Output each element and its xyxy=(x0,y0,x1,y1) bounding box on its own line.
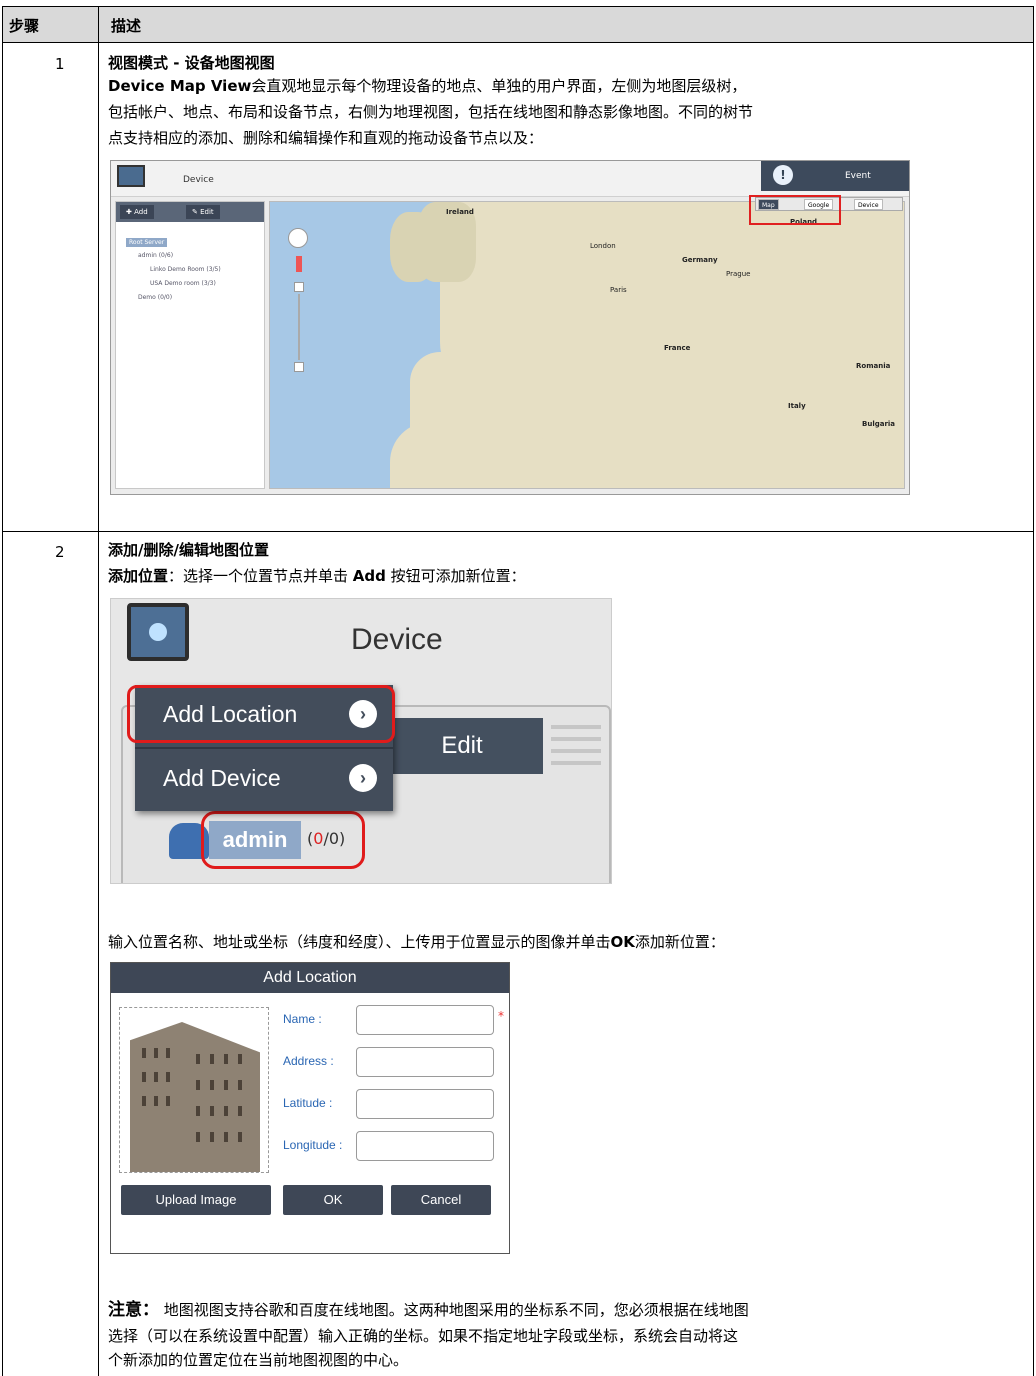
row1-line2: 包括帐户、地点、布局和设备节点，右侧为地理视图，包括在线地图和静态影像地图。不同… xyxy=(108,103,754,121)
name-field[interactable] xyxy=(356,1005,494,1035)
device-map-view-screenshot: Device ! Event ✚ Add ✎ Edit Root Server … xyxy=(110,160,910,495)
edit-button[interactable]: ✎ Edit xyxy=(186,205,220,219)
ok-term: OK xyxy=(610,933,635,951)
latitude-label: Latitude : xyxy=(283,1096,333,1110)
map-label: Paris xyxy=(610,286,627,294)
header-description: 描述 xyxy=(111,17,142,35)
address-label: Address : xyxy=(283,1054,334,1068)
step-number-1: 1 xyxy=(55,55,65,73)
tree-node-demo[interactable]: Demo (0/0) xyxy=(138,294,172,301)
highlight-box xyxy=(749,195,841,225)
address-field[interactable] xyxy=(356,1047,494,1077)
note-line-3: 个新添加的位置定位在当前地图视图的中心。 xyxy=(108,1351,409,1369)
zoom-in-button[interactable] xyxy=(294,282,304,292)
map-label: Prague xyxy=(726,270,751,278)
tree-node-admin[interactable]: admin (0/6) xyxy=(138,252,173,259)
step-number-2: 2 xyxy=(55,543,65,561)
note-line-1: 注意： 地图视图支持谷歌和百度在线地图。这两种地图采用的坐标系不同，您必须根据在… xyxy=(108,1300,749,1320)
row-divider xyxy=(3,531,1033,532)
map-tree-panel: ✚ Add ✎ Edit Root Server admin (0/6) Lin… xyxy=(115,201,265,489)
row2-title: 添加/删除/编辑地图位置 xyxy=(108,541,269,559)
device-title: Device xyxy=(351,623,443,656)
add-location-term: 添加位置 xyxy=(108,567,169,585)
tree-node-location[interactable]: Linko Demo Room (3/5) xyxy=(150,266,221,273)
note-term: 注意： xyxy=(108,1300,159,1320)
map-label: Italy xyxy=(788,402,806,410)
highlight-box xyxy=(127,685,395,743)
screenshot-header: Device ! Event xyxy=(111,161,909,197)
event-label: Event xyxy=(845,171,871,181)
pan-control-icon[interactable] xyxy=(288,228,308,248)
map-label: Germany xyxy=(682,256,718,264)
upload-image-button[interactable]: Upload Image xyxy=(121,1185,271,1215)
monitor-icon xyxy=(127,603,189,661)
name-label: Name : xyxy=(283,1012,322,1026)
zoom-out-button[interactable] xyxy=(294,362,304,372)
device-map-view-term: Device Map View xyxy=(108,77,252,95)
tree-node-location[interactable]: USA Demo room (3/3) xyxy=(150,280,216,287)
table-header-row: 步骤 描述 xyxy=(3,7,1033,43)
tree-toolbar: ✚ Add ✎ Edit xyxy=(116,202,264,222)
ok-button[interactable]: OK xyxy=(283,1185,383,1215)
device-title: Device xyxy=(183,175,214,185)
add-location-dialog: Add Location Name : * Address : Latitude… xyxy=(110,962,510,1254)
longitude-field[interactable] xyxy=(356,1131,494,1161)
menu-item-add-device[interactable]: Add Device › xyxy=(135,749,393,809)
row2-instruction: 输入位置名称、地址或坐标（纬度和经度）、上传用于位置显示的图像并单击OK添加新位… xyxy=(108,933,725,951)
required-marker: * xyxy=(498,1009,504,1023)
map-label: Bulgaria xyxy=(862,420,896,428)
dialog-title: Add Location xyxy=(111,963,509,993)
tab-device[interactable]: Device xyxy=(854,199,883,210)
latitude-field[interactable] xyxy=(356,1089,494,1119)
add-menu-screenshot: Device Edit admin (0/0) Add Location › A… xyxy=(110,598,612,884)
map-label: France xyxy=(664,344,691,352)
event-panel: ! Event xyxy=(761,161,909,191)
longitude-label: Longitude : xyxy=(283,1138,343,1152)
add-term: Add xyxy=(352,567,386,585)
chevron-right-icon: › xyxy=(349,764,377,792)
pegman-icon[interactable] xyxy=(296,256,302,272)
header-step: 步骤 xyxy=(9,17,40,35)
add-button[interactable]: ✚ Add xyxy=(120,205,154,219)
row1-line1: Device Map View会直观地显示每个物理设备的地点、单独的用户界面，左… xyxy=(108,76,746,97)
map-label: Ireland xyxy=(446,208,474,216)
map-label: London xyxy=(590,242,616,250)
event-bubble-icon: ! xyxy=(773,165,793,185)
monitor-icon xyxy=(117,165,145,187)
map-label: Romania xyxy=(856,362,891,370)
tree-node-root[interactable]: Root Server xyxy=(126,238,168,247)
column-divider xyxy=(98,7,99,1376)
location-image-preview xyxy=(119,1007,269,1173)
row2-add-location-line: 添加位置：选择一个位置节点并单击 Add 按钮可添加新位置： xyxy=(108,567,526,585)
list-view-icon[interactable] xyxy=(551,723,601,771)
note-line-2: 选择（可以在系统设置中配置）输入正确的坐标。如果不指定地址字段或坐标，系统会自动… xyxy=(108,1327,739,1345)
row1-line3: 点支持相应的添加、删除和编辑操作和直观的拖动设备节点以及： xyxy=(108,129,544,147)
online-map[interactable]: Ireland Poland Germany France Italy Roma… xyxy=(269,201,905,489)
row1-line1-rest: 会直观地显示每个物理设备的地点、单独的用户界面，左侧为地图层级树， xyxy=(251,77,747,95)
highlight-box xyxy=(201,811,365,869)
zoom-slider[interactable] xyxy=(298,294,300,360)
row1-title: 视图模式 - 设备地图视图 xyxy=(108,54,275,72)
edit-button[interactable]: Edit xyxy=(381,718,543,774)
cancel-button[interactable]: Cancel xyxy=(391,1185,491,1215)
